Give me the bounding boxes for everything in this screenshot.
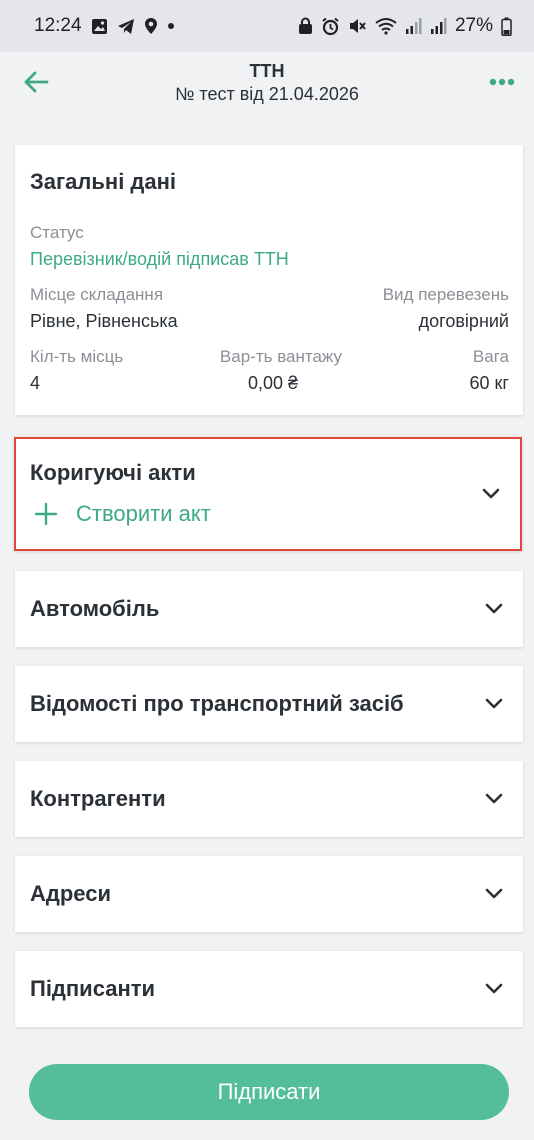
chevron-down-icon	[485, 603, 503, 614]
section-counterparties-title: Контрагенти	[30, 786, 166, 811]
page-title: ТТН	[249, 61, 285, 81]
plus-icon	[34, 502, 58, 526]
section-counterparties[interactable]: Контрагенти	[15, 761, 523, 837]
more-options-button[interactable]	[484, 64, 520, 100]
section-addresses-title: Адреси	[30, 881, 111, 906]
wifi-icon	[375, 17, 397, 35]
lock-icon	[298, 17, 313, 35]
section-vehicle-info-title: Відомості про транспортний засіб	[30, 691, 404, 716]
section-signatories-expand[interactable]	[483, 978, 505, 1000]
places-count-label: Кіл-ть місць	[30, 347, 124, 366]
section-car[interactable]: Автомобіль	[15, 571, 523, 647]
general-data-card: Загальні дані Статус Перевізник/водій пі…	[15, 145, 523, 415]
alarm-icon	[321, 17, 340, 36]
chevron-down-icon	[485, 793, 503, 804]
chevron-down-icon	[485, 888, 503, 899]
mute-icon	[348, 17, 367, 35]
app-header: ТТН № тест від 21.04.2026	[0, 52, 534, 128]
chevron-down-icon	[482, 488, 500, 499]
battery-icon	[501, 17, 512, 36]
place-label: Місце складання	[30, 285, 164, 304]
create-act-label: Створити акт	[76, 501, 211, 526]
status-label: Статус	[30, 223, 84, 242]
chevron-down-icon	[485, 983, 503, 994]
telegram-icon	[117, 18, 135, 35]
section-vehicle-info[interactable]: Відомості про транспортний засіб	[15, 666, 523, 742]
page-subtitle: № тест від 21.04.2026	[175, 84, 359, 104]
transport-type-label: Вид перевезень	[382, 285, 509, 304]
section-counterparties-expand[interactable]	[483, 788, 505, 810]
cargo-cost-value: 0,00 ₴	[247, 373, 298, 393]
battery-percent: 27%	[454, 15, 493, 36]
section-addresses-expand[interactable]	[483, 883, 505, 905]
corrective-acts-card[interactable]: Коригуючі акти Створити акт	[14, 437, 522, 551]
general-data-title: Загальні дані	[30, 169, 177, 194]
section-signatories-title: Підписанти	[30, 976, 156, 1001]
section-car-title: Автомобіль	[30, 596, 160, 621]
corrective-acts-expand[interactable]	[480, 483, 502, 505]
status-bar: 12:24 27%	[0, 0, 534, 52]
status-time: 12:24	[34, 15, 82, 36]
signal-icon	[405, 17, 422, 35]
signal-2-icon	[430, 17, 447, 35]
transport-type-value: договірний	[418, 311, 509, 331]
corrective-acts-title: Коригуючі акти	[30, 460, 196, 485]
chevron-down-icon	[485, 698, 503, 709]
location-icon	[144, 17, 158, 35]
section-signatories[interactable]: Підписанти	[15, 951, 523, 1027]
gallery-icon	[91, 18, 108, 35]
places-count-value: 4	[30, 373, 41, 393]
place-value: Рівне, Рівненська	[30, 311, 178, 331]
section-car-expand[interactable]	[483, 598, 505, 620]
more-dots-icon	[489, 78, 515, 86]
weight-value: 60 кг	[469, 373, 509, 393]
sign-button[interactable]: Підписати	[29, 1064, 509, 1120]
notification-dot-icon	[167, 22, 175, 30]
weight-label: Вага	[472, 347, 509, 366]
cargo-cost-label: Вар-ть вантажу	[219, 347, 342, 366]
section-vehicle-info-expand[interactable]	[483, 693, 505, 715]
section-addresses[interactable]: Адреси	[15, 856, 523, 932]
create-act-button[interactable]: Створити акт	[34, 501, 211, 527]
status-value: Перевізник/водій підписав ТТН	[30, 249, 289, 269]
